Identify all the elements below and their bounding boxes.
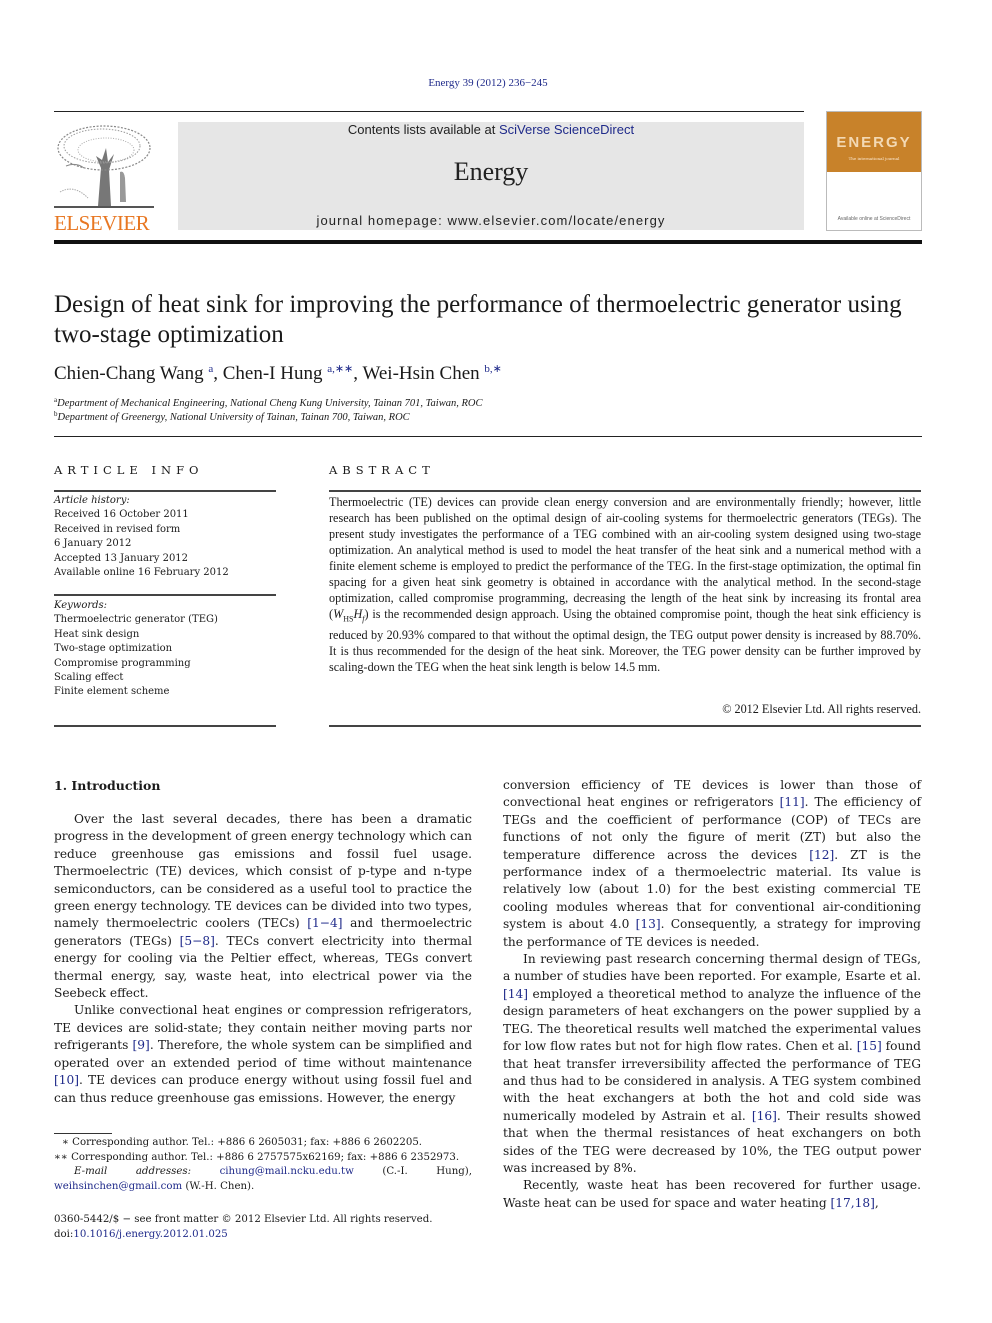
doi-line: doi:10.1016/j.energy.2012.01.025 <box>54 1227 472 1242</box>
abstract-part: ) is the recommended design approach. Us… <box>329 607 921 675</box>
reference-link[interactable]: [1−4] <box>307 916 342 930</box>
cover-banner: ENERGY The international journal <box>827 112 921 172</box>
abstract-bottom-rule <box>329 725 921 727</box>
math-subscript: HS <box>343 614 354 624</box>
abstract-copyright: © 2012 Elsevier Ltd. All rights reserved… <box>722 702 921 716</box>
history-item: Accepted 13 January 2012 <box>54 552 189 564</box>
journal-name: Energy <box>453 157 529 186</box>
footnote-rule <box>54 1133 112 1134</box>
keyword-item[interactable]: Compromise programming <box>54 657 276 671</box>
text-run: . TE devices can produce energy without … <box>54 1073 472 1105</box>
reference-link[interactable]: [16] <box>752 1109 777 1123</box>
reference-link[interactable]: [17,18] <box>831 1196 875 1210</box>
abstract-rule <box>329 490 921 492</box>
reference-link[interactable]: [5−8] <box>180 934 215 948</box>
reference-link[interactable]: [15] <box>857 1039 882 1053</box>
reference-link[interactable]: [10] <box>54 1073 79 1087</box>
text-run: In reviewing past research concerning th… <box>503 952 921 984</box>
affiliation-text: Department of Mechanical Engineering, Na… <box>57 398 483 409</box>
keywords-rule <box>54 594 276 596</box>
history-item: Received in revised form <box>54 523 181 535</box>
reference-link[interactable]: [13] <box>636 917 661 931</box>
article-info-bottom-rule <box>54 725 276 727</box>
abstract-text: Thermoelectric (TE) devices can provide … <box>329 494 921 675</box>
article-info-rule <box>54 490 276 492</box>
abstract-part: Thermoelectric (TE) devices can provide … <box>329 495 921 621</box>
elsevier-tree-icon <box>54 125 154 208</box>
author-name[interactable]: Wei-Hsin Chen <box>362 363 479 384</box>
reference-link[interactable]: [14] <box>503 987 528 1001</box>
body-paragraph: conversion efficiency of TE devices is l… <box>503 777 921 951</box>
front-matter: 0360-5442/$ − see front matter © 2012 El… <box>54 1212 472 1242</box>
reference-link[interactable]: [9] <box>133 1038 150 1052</box>
journal-header: Contents lists available at SciVerse Sci… <box>178 122 804 230</box>
history-item: 6 January 2012 <box>54 538 132 550</box>
math-symbol: H <box>353 607 363 621</box>
reference-link[interactable]: [11] <box>780 795 805 809</box>
cover-title: ENERGY <box>836 134 912 151</box>
keyword-item[interactable]: Scaling effect <box>54 671 276 685</box>
body-paragraph: In reviewing past research concerning th… <box>503 951 921 1177</box>
author-list: Chien-Chang Wang a, Chen-I Hung a,∗∗, We… <box>54 363 502 384</box>
text-run: , <box>874 1195 879 1210</box>
doi-link[interactable]: 10.1016/j.energy.2012.01.025 <box>73 1229 227 1240</box>
history-item: Received 16 October 2011 <box>54 509 189 521</box>
elsevier-wordmark: ELSEVIER <box>54 211 150 235</box>
affiliation-text: Department of Greenergy, National Univer… <box>57 412 410 423</box>
keywords-label: Keywords: <box>54 600 108 611</box>
footnote-corresponding-2: ∗∗ Corresponding author. Tel.: +886 6 27… <box>54 1151 460 1163</box>
math-symbol: W <box>333 607 344 621</box>
elsevier-logo[interactable]: ELSEVIER <box>54 118 164 235</box>
issn-copyright: 0360-5442/$ − see front matter © 2012 El… <box>54 1214 433 1225</box>
header-bottom-rule <box>54 240 922 244</box>
article-title: Design of heat sink for improving the pe… <box>54 291 902 348</box>
author-affil-mark[interactable]: b,∗ <box>484 363 501 375</box>
history-item: Available online 16 February 2012 <box>54 567 229 579</box>
body-paragraph: Unlike convectional heat engines or comp… <box>54 1002 472 1106</box>
footnote-corresponding-1: ∗ Corresponding author. Tel.: +886 6 260… <box>62 1137 423 1148</box>
footnote-emails: E-mail addresses: cihung@mail.ncku.edu.t… <box>54 1165 472 1194</box>
section-heading-introduction: 1. Introduction <box>54 778 161 793</box>
body-column-left: Over the last several decades, there has… <box>54 811 472 1107</box>
body-paragraph: Recently, waste heat has been recovered … <box>503 1177 921 1212</box>
contents-line: Contents lists available at SciVerse Sci… <box>178 122 804 137</box>
journal-citation[interactable]: Energy 39 (2012) 236−245 <box>0 77 976 89</box>
email-owner: (C.-I. Hung), <box>353 1166 472 1178</box>
journal-homepage[interactable]: journal homepage: www.elsevier.com/locat… <box>178 213 804 228</box>
doi-prefix: doi: <box>54 1229 74 1240</box>
keyword-item[interactable]: Two-stage optimization <box>54 642 276 656</box>
author-affil-mark[interactable]: a,∗∗ <box>327 363 353 375</box>
reference-link[interactable]: [12] <box>809 848 834 862</box>
header-top-rule <box>54 111 804 112</box>
sciencedirect-link[interactable]: SciVerse ScienceDirect <box>499 122 634 137</box>
article-info-heading: ARTICLE INFO <box>54 463 204 477</box>
article-history-label: Article history: <box>54 495 130 506</box>
affiliation: aDepartment of Mechanical Engineering, N… <box>54 396 482 409</box>
author-affil-mark[interactable]: a <box>208 363 213 375</box>
email-link[interactable]: weihsinchen@gmail.com <box>54 1181 182 1192</box>
email-label: E-mail addresses: <box>74 1166 192 1178</box>
keyword-item[interactable]: Heat sink design <box>54 628 276 642</box>
contents-prefix: Contents lists available at <box>347 122 499 137</box>
keyword-item[interactable]: Thermoelectric generator (TEG) <box>54 613 276 627</box>
article-history: Article history: Received 16 October 201… <box>54 494 276 580</box>
author-name[interactable]: Chien-Chang Wang <box>54 363 204 384</box>
cover-footer: Available online at ScienceDirect <box>837 216 911 222</box>
cover-subtitle: The international journal <box>848 156 900 161</box>
keyword-item[interactable]: Finite element scheme <box>54 685 276 699</box>
footnotes: ∗ Corresponding author. Tel.: +886 6 260… <box>54 1136 472 1194</box>
abstract-heading: ABSTRACT <box>329 463 435 477</box>
affiliation: bDepartment of Greenergy, National Unive… <box>54 410 410 423</box>
text-run: Over the last several decades, there has… <box>54 812 472 931</box>
email-owner: (W.-H. Chen). <box>182 1180 255 1192</box>
body-paragraph: Over the last several decades, there has… <box>54 811 472 1002</box>
title-separator-rule <box>54 436 922 437</box>
body-column-right: conversion efficiency of TE devices is l… <box>503 777 921 1212</box>
email-link[interactable]: cihung@mail.ncku.edu.tw <box>220 1166 354 1177</box>
journal-cover-thumbnail[interactable]: ENERGY The international journal Availab… <box>826 111 922 231</box>
keywords: Keywords: Thermoelectric generator (TEG)… <box>54 599 276 700</box>
author-name[interactable]: Chen-I Hung <box>223 363 323 384</box>
